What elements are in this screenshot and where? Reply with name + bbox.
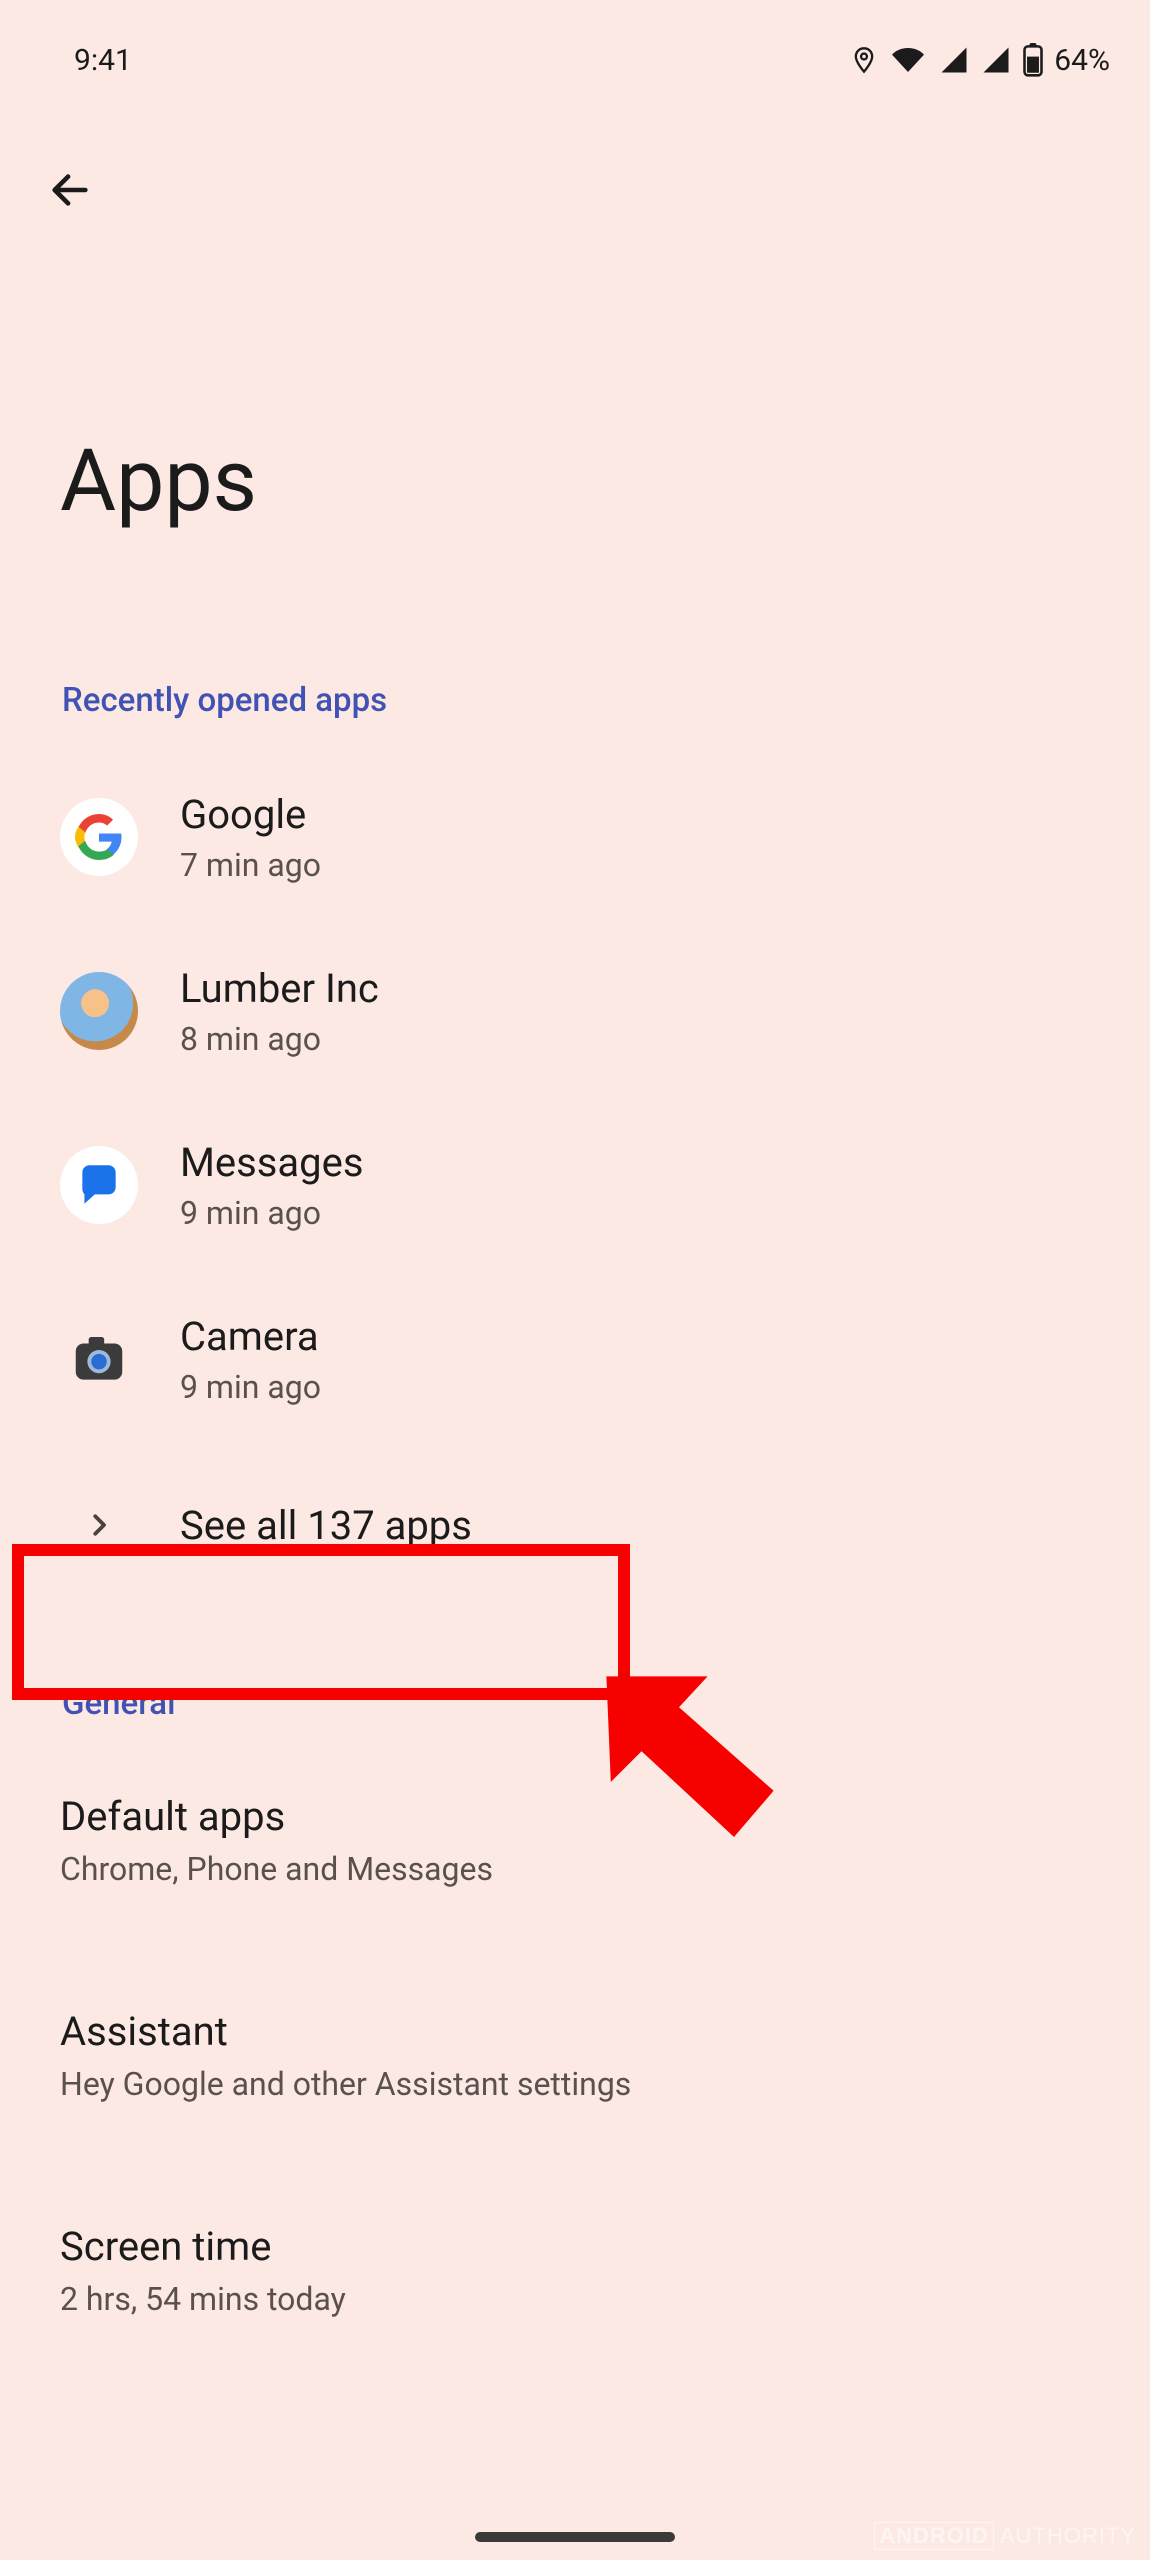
lumber-icon <box>60 972 138 1050</box>
signal1-icon <box>938 45 970 75</box>
app-item-camera[interactable]: Camera 9 min ago <box>0 1272 1150 1446</box>
status-bar: 9:41 64% <box>0 0 1150 100</box>
app-sub: 9 min ago <box>180 1194 364 1232</box>
watermark-brand: ANDROID <box>874 2522 994 2550</box>
setting-sub: 2 hrs, 54 mins today <box>60 2280 1090 2318</box>
battery-pct: 64% <box>1054 43 1110 78</box>
nav-bar <box>0 100 1150 220</box>
app-name: Camera <box>180 1312 321 1362</box>
setting-default-apps[interactable]: Default apps Chrome, Phone and Messages <box>0 1753 1150 1928</box>
signal2-icon <box>980 45 1012 75</box>
app-name: Lumber Inc <box>180 964 379 1014</box>
setting-title: Assistant <box>60 2008 1090 2055</box>
app-item-google[interactable]: Google 7 min ago <box>0 750 1150 924</box>
page-title: Apps <box>0 220 1150 531</box>
setting-screen-time[interactable]: Screen time 2 hrs, 54 mins today <box>0 2183 1150 2358</box>
app-sub: 7 min ago <box>180 846 321 884</box>
gesture-bar[interactable] <box>475 2532 675 2542</box>
see-all-label: See all 137 apps <box>180 1502 472 1549</box>
app-item-messages[interactable]: Messages 9 min ago <box>0 1098 1150 1272</box>
app-name: Messages <box>180 1138 364 1188</box>
app-sub: 9 min ago <box>180 1368 321 1406</box>
chevron-right-icon <box>84 1510 114 1540</box>
location-icon <box>850 43 878 77</box>
setting-title: Default apps <box>60 1793 1090 1840</box>
see-all-apps[interactable]: See all 137 apps <box>0 1446 1150 1604</box>
status-icons: 64% <box>850 43 1110 78</box>
setting-title: Screen time <box>60 2223 1090 2270</box>
arrow-left-icon <box>47 167 93 213</box>
app-name: Google <box>180 790 321 840</box>
watermark-brand: AUTHORITY <box>1000 2523 1136 2549</box>
messages-icon <box>60 1146 138 1224</box>
battery-icon <box>1022 43 1044 77</box>
wifi-icon <box>888 44 928 76</box>
setting-sub: Chrome, Phone and Messages <box>60 1850 1090 1888</box>
setting-sub: Hey Google and other Assistant settings <box>60 2065 1090 2103</box>
section-general-header: General <box>0 1604 1150 1753</box>
setting-assistant[interactable]: Assistant Hey Google and other Assistant… <box>0 1968 1150 2143</box>
back-button[interactable] <box>40 160 100 220</box>
camera-icon <box>60 1320 138 1398</box>
app-sub: 8 min ago <box>180 1020 379 1058</box>
section-recent-header: Recently opened apps <box>0 531 1150 750</box>
app-item-lumber[interactable]: Lumber Inc 8 min ago <box>0 924 1150 1098</box>
google-icon <box>60 798 138 876</box>
status-time: 9:41 <box>74 43 132 78</box>
watermark: ANDROID AUTHORITY <box>874 2522 1136 2550</box>
